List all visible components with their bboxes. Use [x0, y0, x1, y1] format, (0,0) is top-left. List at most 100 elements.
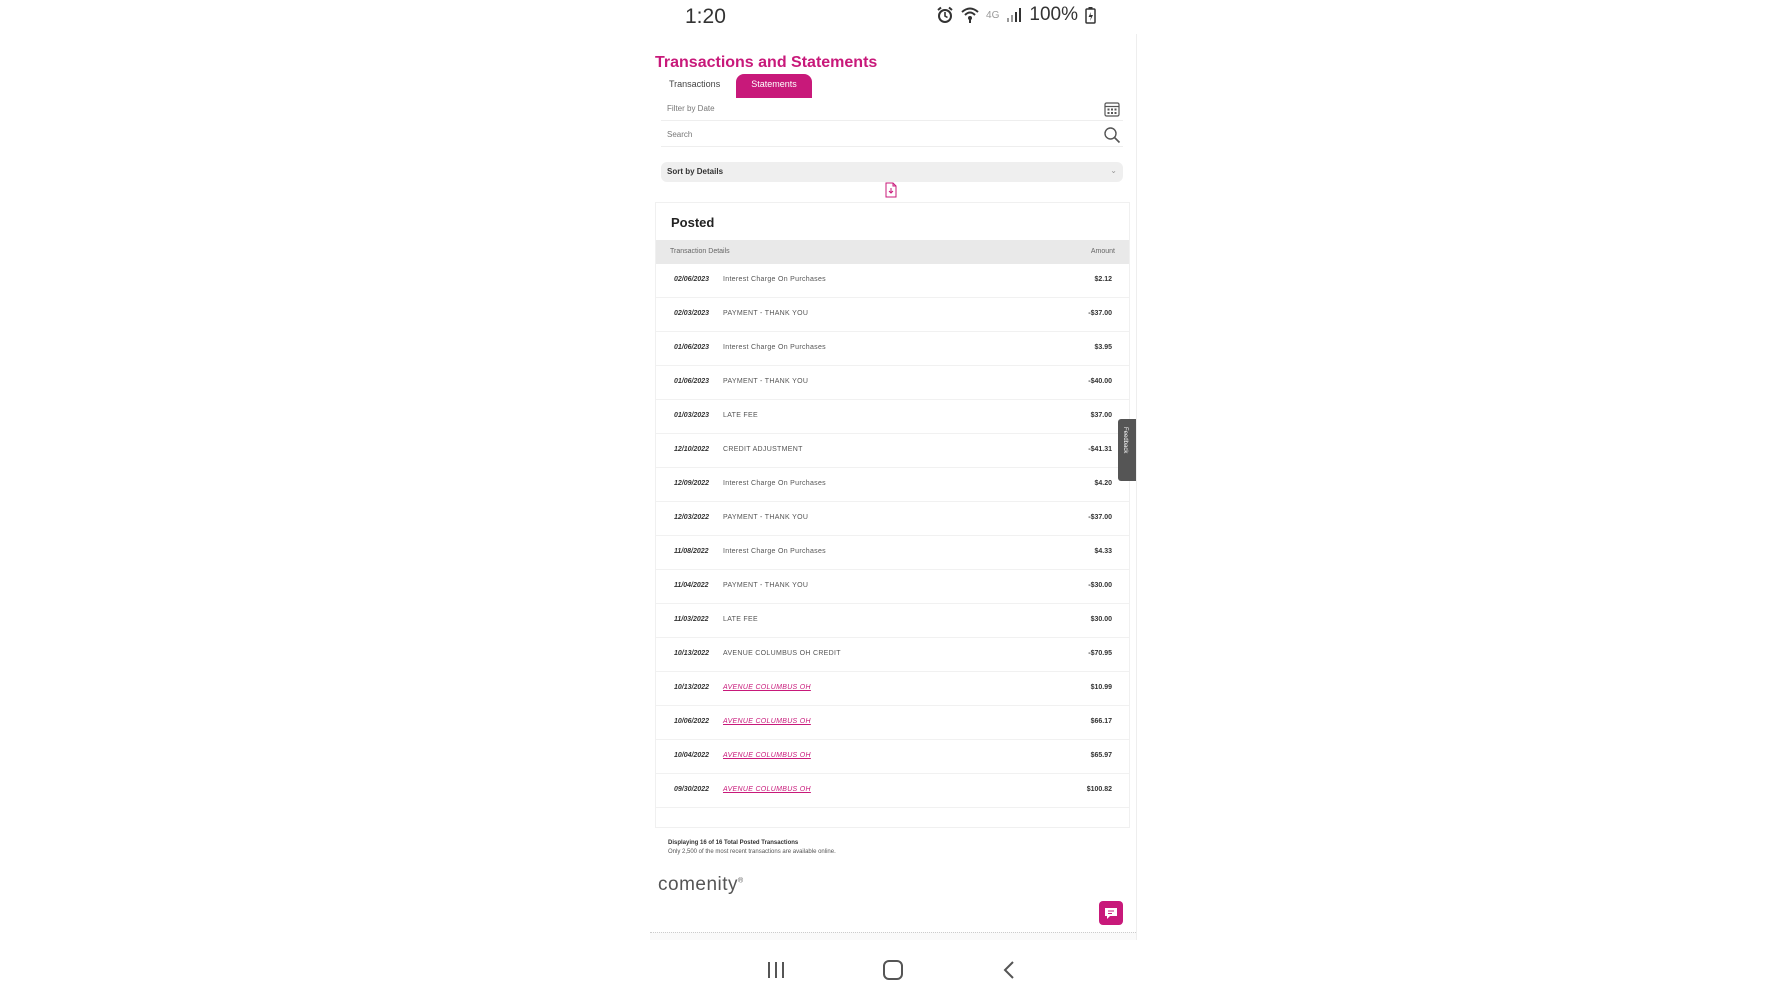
- transaction-date: 01/06/2023: [674, 378, 710, 385]
- transaction-amount: $4.20: [1094, 480, 1112, 487]
- page-title: Transactions and Statements: [655, 54, 878, 71]
- tab-statements[interactable]: Statements: [736, 74, 812, 98]
- recents-button[interactable]: [756, 950, 796, 990]
- transaction-count-text: Displaying 16 of 16 Total Posted Transac…: [668, 840, 799, 846]
- table-row[interactable]: 10/04/2022 AVENUE COLUMBUS OH $65.97: [656, 740, 1129, 774]
- feedback-label: Feedback: [1122, 427, 1128, 454]
- transaction-date: 12/03/2022: [674, 514, 710, 521]
- search-placeholder: Search: [667, 130, 693, 139]
- search-field[interactable]: Search: [661, 124, 1123, 147]
- transactions-table-body: 02/06/2023 Interest Charge On Purchases $2…: [656, 264, 1129, 808]
- transaction-description: PAYMENT - THANK YOU: [723, 514, 809, 521]
- table-row: 02/06/2023 Interest Charge On Purchases $2…: [656, 264, 1129, 298]
- column-header-amount: Amount: [1090, 248, 1115, 255]
- transaction-amount: -$37.00: [1088, 310, 1112, 317]
- transaction-date: 02/03/2023: [674, 310, 710, 317]
- search-icon[interactable]: [1103, 126, 1121, 144]
- transaction-description: PAYMENT - THANK YOU: [723, 378, 809, 385]
- footer-links-strip: [650, 932, 1136, 940]
- home-icon: [883, 960, 903, 980]
- transaction-description: PAYMENT - THANK YOU: [723, 310, 809, 317]
- transaction-date: 10/13/2022: [674, 650, 710, 657]
- transaction-description: PAYMENT - THANK YOU: [723, 582, 809, 589]
- table-row: 12/09/2022 Interest Charge On Purchases $4…: [656, 468, 1129, 502]
- transaction-amount: $30.00: [1090, 616, 1112, 623]
- status-time: 1:20: [685, 5, 726, 28]
- transaction-date: 12/10/2022: [674, 446, 710, 453]
- transaction-amount: -$41.31: [1088, 446, 1112, 453]
- pdf-download-icon[interactable]: [884, 182, 898, 198]
- transaction-amount: $4.33: [1094, 548, 1112, 555]
- transaction-date: 01/03/2023: [674, 412, 710, 419]
- transaction-amount: $37.00: [1090, 412, 1112, 419]
- app-content: Transactions and Statements Transactions…: [650, 34, 1137, 940]
- status-bar: 1:20 4G 100%: [650, 0, 1118, 34]
- status-icons: 4G 100%: [936, 4, 1096, 26]
- transaction-limit-note: Only 2,500 of the most recent transactio…: [668, 849, 836, 855]
- comenity-logo: comenity®: [658, 874, 744, 896]
- table-row: 02/03/2023 PAYMENT - THANK YOU -$37.00: [656, 298, 1129, 332]
- transaction-description: AVENUE COLUMBUS OH CREDIT: [723, 650, 841, 657]
- calendar-icon[interactable]: [1103, 100, 1121, 118]
- transaction-amount: $3.95: [1094, 344, 1112, 351]
- table-row: 01/03/2023 LATE FEE $37.00: [656, 400, 1129, 434]
- transaction-date: 09/30/2022: [674, 786, 710, 793]
- transaction-amount: $2.12: [1094, 276, 1112, 283]
- transaction-date: 11/04/2022: [674, 582, 709, 589]
- transaction-description: Interest Charge On Purchases: [723, 548, 826, 555]
- transaction-amount: $10.99: [1090, 684, 1112, 691]
- table-row: 11/08/2022 Interest Charge On Purchases $4…: [656, 536, 1129, 570]
- alarm-icon: [937, 6, 953, 23]
- table-row[interactable]: 10/06/2022 AVENUE COLUMBUS OH $66.17: [656, 706, 1129, 740]
- table-row: 12/03/2022 PAYMENT - THANK YOU -$37.00: [656, 502, 1129, 536]
- transaction-amount: $66.17: [1090, 718, 1112, 725]
- sort-select[interactable]: Sort by Details ⌄: [661, 162, 1123, 182]
- table-row[interactable]: 09/30/2022 AVENUE COLUMBUS OH $100.82: [656, 774, 1129, 808]
- sort-select-label: Sort by Details: [667, 167, 724, 176]
- transaction-date: 11/03/2022: [674, 616, 709, 623]
- transaction-description: Interest Charge On Purchases: [723, 344, 826, 351]
- transaction-description: LATE FEE: [723, 412, 758, 419]
- transaction-date: 01/06/2023: [674, 344, 710, 351]
- wifi-icon: [961, 7, 979, 23]
- posted-transactions-panel: Posted Transaction Details Amount 02/06/…: [655, 202, 1130, 828]
- table-row: 11/03/2022 LATE FEE $30.00: [656, 604, 1129, 638]
- transaction-description-link[interactable]: AVENUE COLUMBUS OH: [723, 718, 811, 725]
- table-row: 12/10/2022 CREDIT ADJUSTMENT -$41.31: [656, 434, 1129, 468]
- date-filter-field[interactable]: Filter by Date: [661, 98, 1123, 121]
- back-icon: [1003, 961, 1014, 979]
- chat-button[interactable]: [1099, 901, 1123, 925]
- transaction-description-link[interactable]: AVENUE COLUMBUS OH: [723, 786, 811, 793]
- transaction-amount: -$70.95: [1088, 650, 1112, 657]
- recents-icon: [768, 962, 784, 978]
- transaction-amount: -$40.00: [1088, 378, 1112, 385]
- tab-transactions[interactable]: Transactions: [655, 74, 734, 98]
- logo-registered-mark: ®: [738, 877, 744, 885]
- table-row: 11/04/2022 PAYMENT - THANK YOU -$30.00: [656, 570, 1129, 604]
- transaction-date: 10/04/2022: [674, 752, 710, 759]
- feedback-tab[interactable]: Feedback: [1118, 419, 1136, 481]
- transaction-description-link[interactable]: AVENUE COLUMBUS OH: [723, 752, 811, 759]
- system-nav-bar: [650, 940, 1136, 1000]
- table-row[interactable]: 10/13/2022 AVENUE COLUMBUS OH $10.99: [656, 672, 1129, 706]
- transaction-description: LATE FEE: [723, 616, 758, 623]
- transaction-date: 12/09/2022: [674, 480, 710, 487]
- signal-icon: [1007, 8, 1022, 22]
- chat-icon: [1105, 908, 1117, 919]
- back-button[interactable]: [990, 950, 1030, 990]
- table-row: 10/13/2022 AVENUE COLUMBUS OH CREDIT -$70.…: [656, 638, 1129, 672]
- home-button[interactable]: [873, 950, 913, 990]
- battery-percent: 100%: [1029, 4, 1078, 25]
- network-type-label: 4G: [986, 9, 1000, 21]
- logo-text: comenity: [658, 874, 739, 895]
- column-header-details: Transaction Details: [670, 248, 730, 255]
- transaction-description-link[interactable]: AVENUE COLUMBUS OH: [723, 684, 811, 691]
- transaction-amount: $100.82: [1086, 786, 1112, 793]
- battery-icon: [1085, 7, 1096, 24]
- date-filter-placeholder: Filter by Date: [667, 104, 715, 113]
- table-row: 01/06/2023 Interest Charge On Purchases $3…: [656, 332, 1129, 366]
- transactions-footnote: Displaying 16 of 16 Total Posted Transac…: [668, 839, 836, 857]
- posted-heading: Posted: [671, 215, 715, 230]
- transaction-description: Interest Charge On Purchases: [723, 480, 826, 487]
- transaction-date: 11/08/2022: [674, 548, 709, 555]
